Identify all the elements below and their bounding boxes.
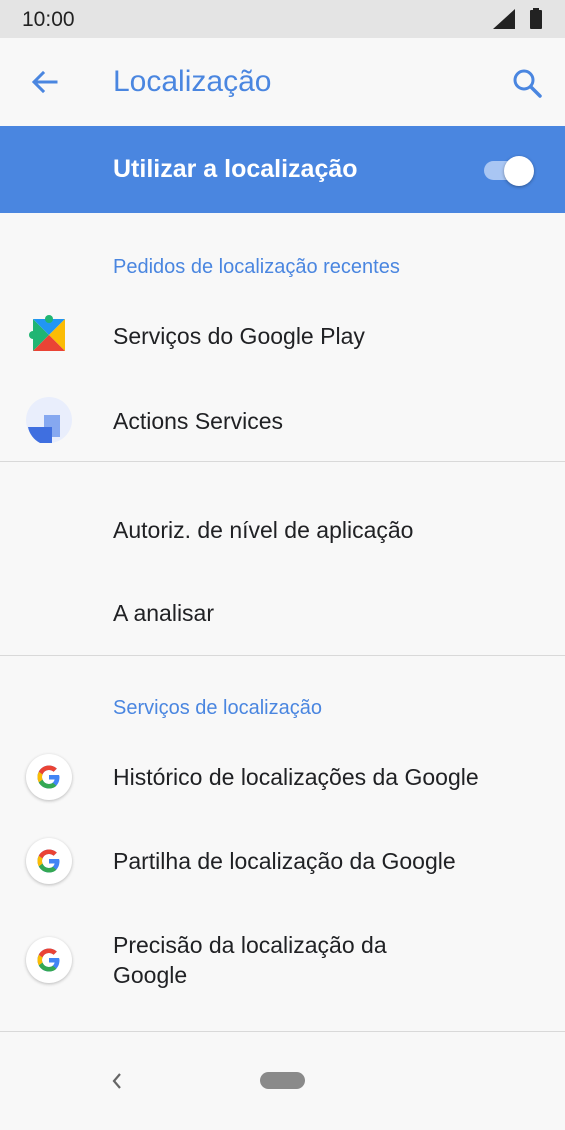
search-icon[interactable] [510, 66, 544, 100]
list-item-label: Actions Services [113, 408, 284, 434]
list-item-label: A analisar [113, 600, 215, 626]
location-services-header: Serviços de localização [113, 697, 322, 719]
page-title: Localização [113, 65, 272, 98]
divider [0, 655, 565, 656]
divider [0, 1031, 565, 1032]
list-item-label: Partilha de localização da Google [113, 848, 456, 874]
use-location-label: Utilizar a localização [113, 155, 358, 183]
app-bar: Localização [0, 38, 565, 126]
use-location-toggle[interactable] [484, 154, 536, 186]
signal-icon [493, 9, 519, 34]
battery-icon [530, 8, 542, 34]
google-g-icon [26, 937, 72, 983]
status-time: 10:00 [22, 8, 75, 31]
divider [0, 461, 565, 462]
status-bar: 10:00 [0, 0, 565, 38]
google-g-icon [26, 754, 72, 800]
list-item-label: Histórico de localizações da Google [113, 764, 479, 790]
recent-requests-header: Pedidos de localização recentes [113, 256, 400, 278]
toggle-thumb [504, 156, 534, 186]
actions-services-icon [26, 397, 72, 443]
google-play-services-icon [26, 312, 72, 358]
list-item-label: Autoriz. de nível de aplicação [113, 517, 414, 543]
navigation-bar [0, 1040, 565, 1130]
list-item-label: Serviços do Google Play [113, 323, 365, 349]
nav-home-pill-icon[interactable] [260, 1072, 305, 1089]
nav-back-icon[interactable] [107, 1070, 127, 1092]
arrow-back-icon[interactable] [28, 67, 60, 99]
list-item-label-line1: Precisão da localização da [113, 932, 387, 958]
use-location-switch-bar[interactable]: Utilizar a localização [0, 126, 565, 213]
list-item-label-line2: Google [113, 962, 188, 988]
google-g-icon [26, 838, 72, 884]
